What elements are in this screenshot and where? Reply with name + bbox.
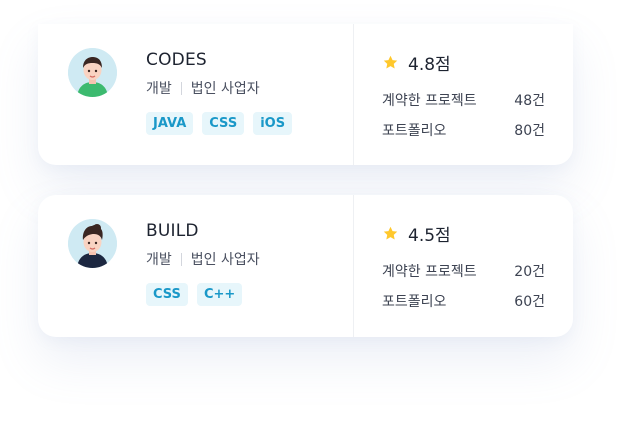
skill-tag: iOS xyxy=(253,112,293,135)
skill-tag: C++ xyxy=(196,283,243,306)
avatar-short-hair-green-shirt-icon xyxy=(68,48,117,97)
partner-business-type: 법인 사업자 xyxy=(190,81,260,97)
avatar-curly-hair-navy-shirt-icon xyxy=(68,219,117,268)
page: CODES 개발 법인 사업자 JAVA CSS iOS 4.8점 계약한 프로… xyxy=(0,0,620,425)
stat-contracted-projects: 계약한 프로젝트 48건 xyxy=(382,90,545,110)
skill-tags: CSS C++ xyxy=(146,283,243,306)
stat-value: 20건 xyxy=(514,264,545,280)
skill-tag: JAVA xyxy=(146,112,194,135)
rating-value: 4.5점 xyxy=(408,226,451,246)
stat-value: 60건 xyxy=(514,294,545,310)
stat-label: 포트폴리오 xyxy=(382,294,447,310)
partner-card-build[interactable]: BUILD 개발 법인 사업자 CSS C++ 4.5점 계약한 프로젝트 20… xyxy=(38,195,573,337)
stat-label: 포트폴리오 xyxy=(382,123,447,139)
partner-profile: BUILD 개발 법인 사업자 CSS C++ xyxy=(38,195,353,337)
avatar xyxy=(68,219,117,268)
skill-tag: CSS xyxy=(202,112,245,135)
partner-card-codes[interactable]: CODES 개발 법인 사업자 JAVA CSS iOS 4.8점 계약한 프로… xyxy=(38,24,573,165)
partner-stats: 4.8점 계약한 프로젝트 48건 포트폴리오 80건 xyxy=(354,24,573,165)
rating: 4.8점 xyxy=(382,50,451,75)
stat-label: 계약한 프로젝트 xyxy=(382,264,477,280)
meta-divider xyxy=(180,81,182,95)
skill-tag: CSS xyxy=(146,283,188,306)
partner-business-type: 법인 사업자 xyxy=(190,252,260,268)
partner-meta: 개발 법인 사업자 xyxy=(146,249,260,269)
stat-contracted-projects: 계약한 프로젝트 20건 xyxy=(382,261,545,281)
partner-category: 개발 xyxy=(146,252,172,268)
star-icon xyxy=(383,55,398,69)
partner-profile: CODES 개발 법인 사업자 JAVA CSS iOS xyxy=(38,24,353,165)
partner-category: 개발 xyxy=(146,81,172,97)
stat-value: 80건 xyxy=(514,123,545,139)
stat-portfolio: 포트폴리오 80건 xyxy=(382,120,545,140)
stat-label: 계약한 프로젝트 xyxy=(382,93,477,109)
skill-tags: JAVA CSS iOS xyxy=(146,112,293,135)
stat-value: 48건 xyxy=(514,93,545,109)
rating: 4.5점 xyxy=(382,221,451,246)
star-icon xyxy=(383,226,398,240)
partner-meta: 개발 법인 사업자 xyxy=(146,78,260,98)
meta-divider xyxy=(180,252,182,266)
partner-stats: 4.5점 계약한 프로젝트 20건 포트폴리오 60건 xyxy=(354,195,573,337)
avatar xyxy=(68,48,117,97)
stat-portfolio: 포트폴리오 60건 xyxy=(382,291,545,311)
partner-name: CODES xyxy=(146,50,207,70)
rating-value: 4.8점 xyxy=(408,55,451,75)
partner-name: BUILD xyxy=(146,221,199,241)
